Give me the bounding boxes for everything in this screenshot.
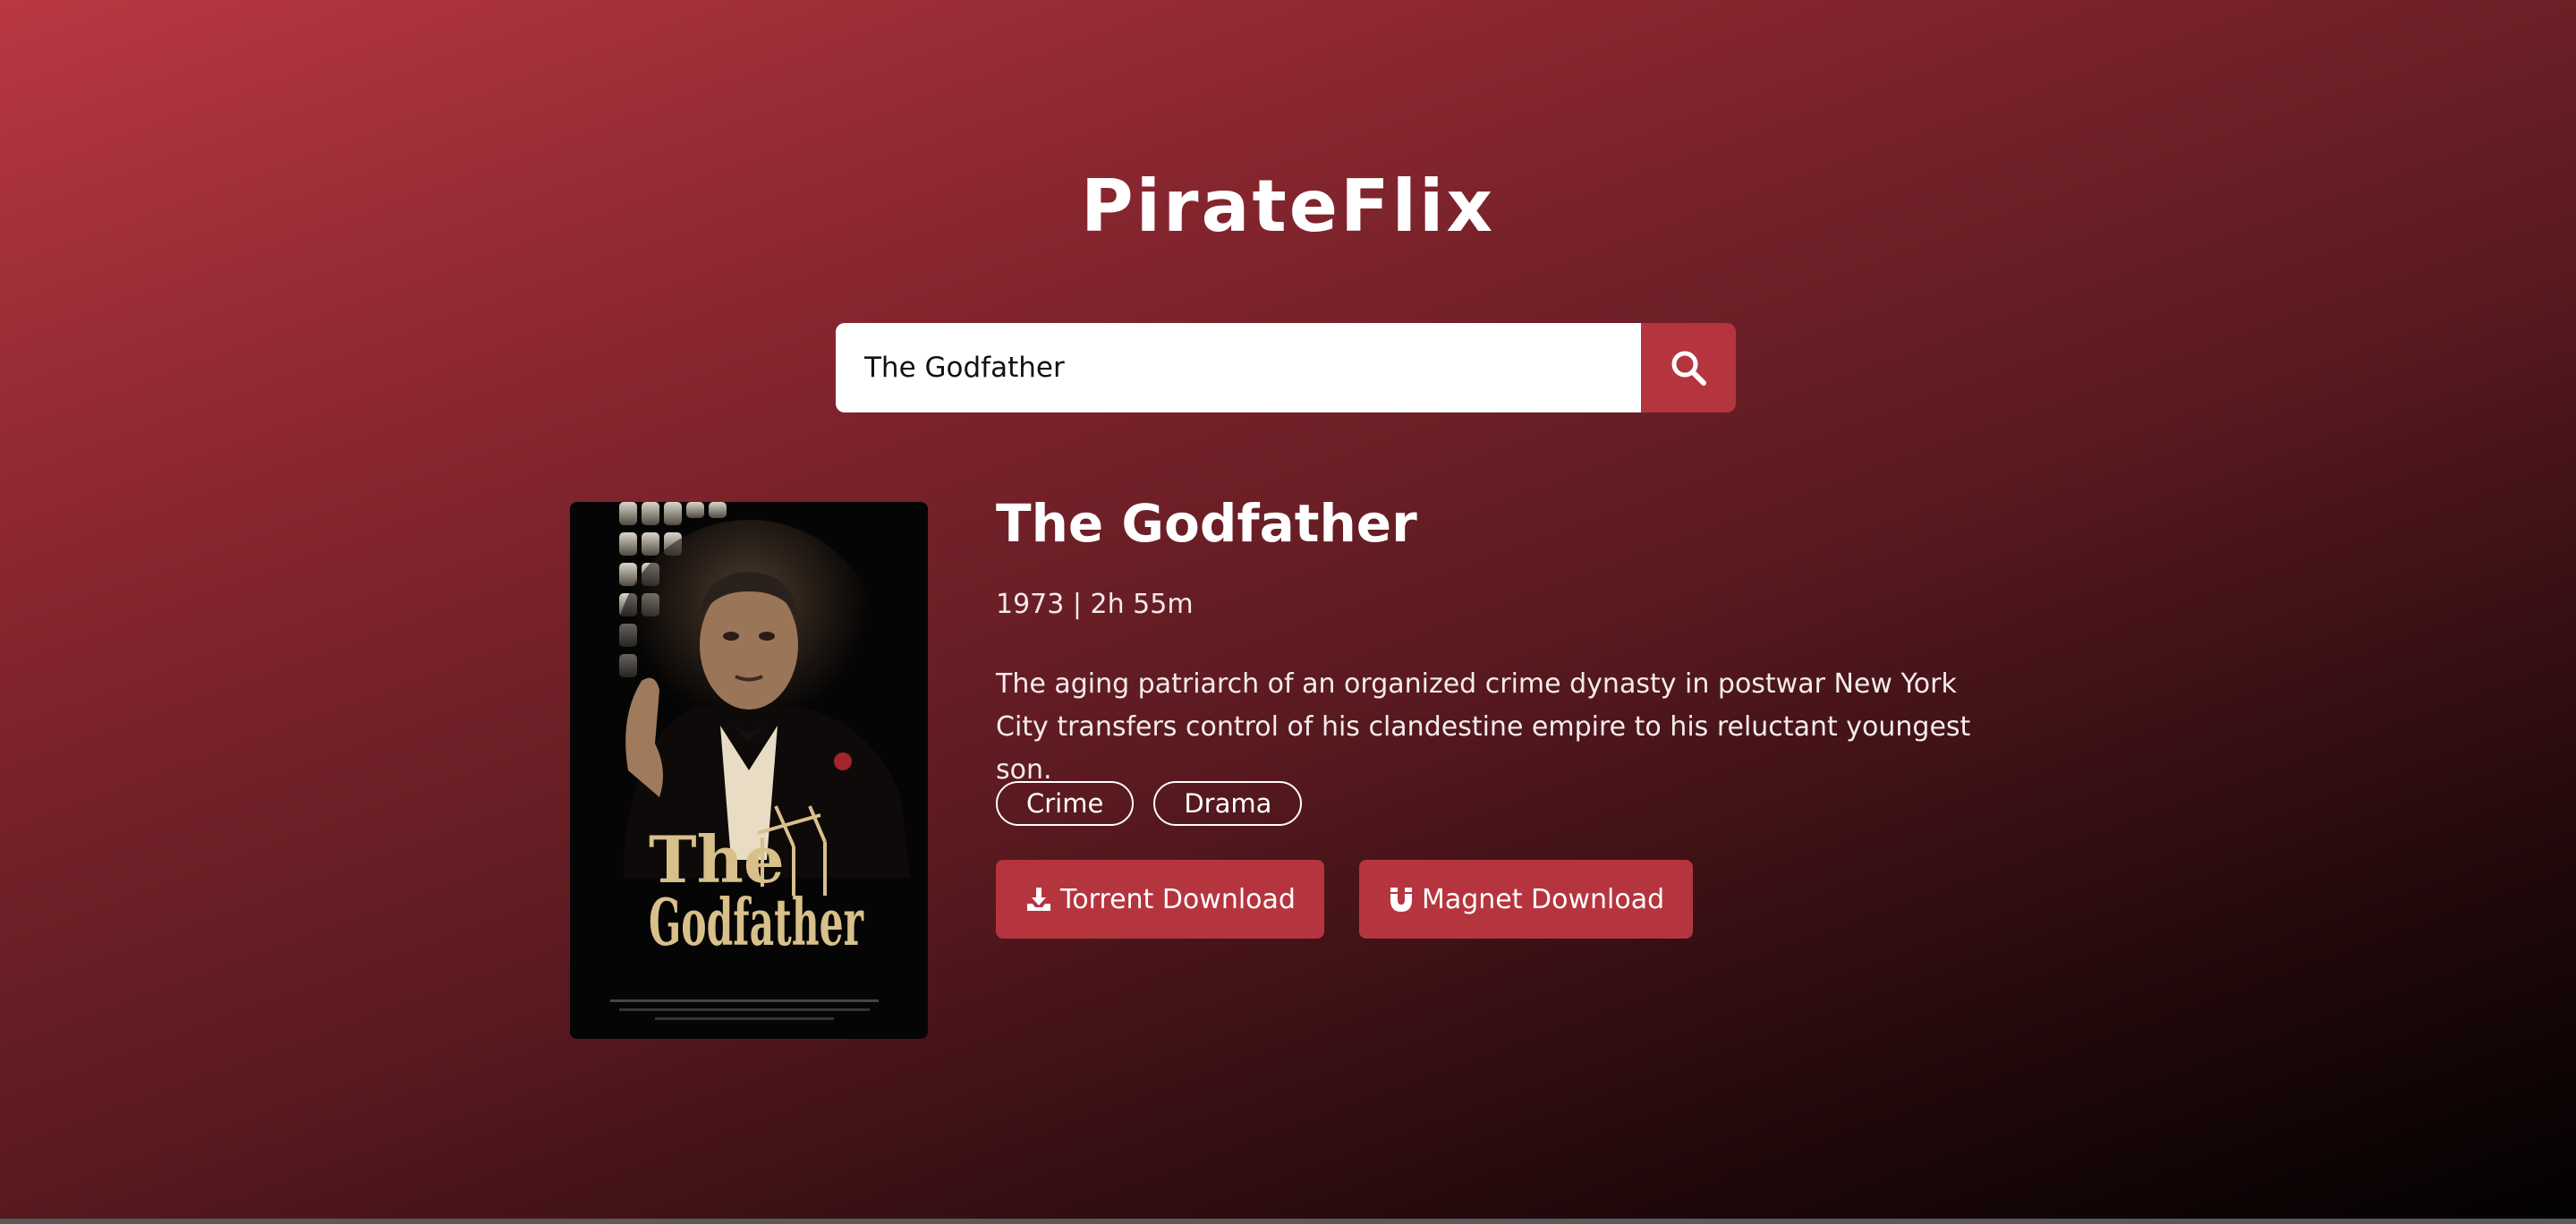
search-icon: [1671, 351, 1706, 386]
download-actions: Torrent Download Magnet Download: [996, 860, 1694, 939]
magnet-download-label: Magnet Download: [1421, 883, 1665, 915]
movie-poster: The Godfather: [570, 502, 928, 1039]
search-button[interactable]: [1641, 323, 1736, 412]
download-icon: [1027, 888, 1050, 911]
window-bottom-edge: [0, 1219, 2576, 1224]
magnet-download-button[interactable]: Magnet Download: [1358, 860, 1694, 939]
magnet-icon: [1390, 888, 1412, 912]
poster-title-line2: Godfather: [649, 884, 864, 960]
movie-description: The aging patriarch of an organized crim…: [996, 668, 1971, 786]
torrent-download-label: Torrent Download: [1060, 883, 1296, 915]
movie-details: The Godfather 1973 | 2h 55m The aging pa…: [996, 488, 2070, 939]
genre-list: Crime Drama: [996, 781, 1303, 826]
torrent-download-button[interactable]: Torrent Download: [996, 860, 1324, 939]
genre-tag-drama[interactable]: Drama: [1153, 781, 1303, 826]
movie-meta: 1973 | 2h 55m: [996, 589, 1194, 620]
genre-tag-crime[interactable]: Crime: [996, 781, 1135, 826]
search-input[interactable]: [836, 323, 1641, 412]
app-title: PirateFlix: [1080, 165, 1496, 248]
movie-title: The Godfather: [996, 493, 1417, 554]
search-bar: [836, 323, 1736, 412]
